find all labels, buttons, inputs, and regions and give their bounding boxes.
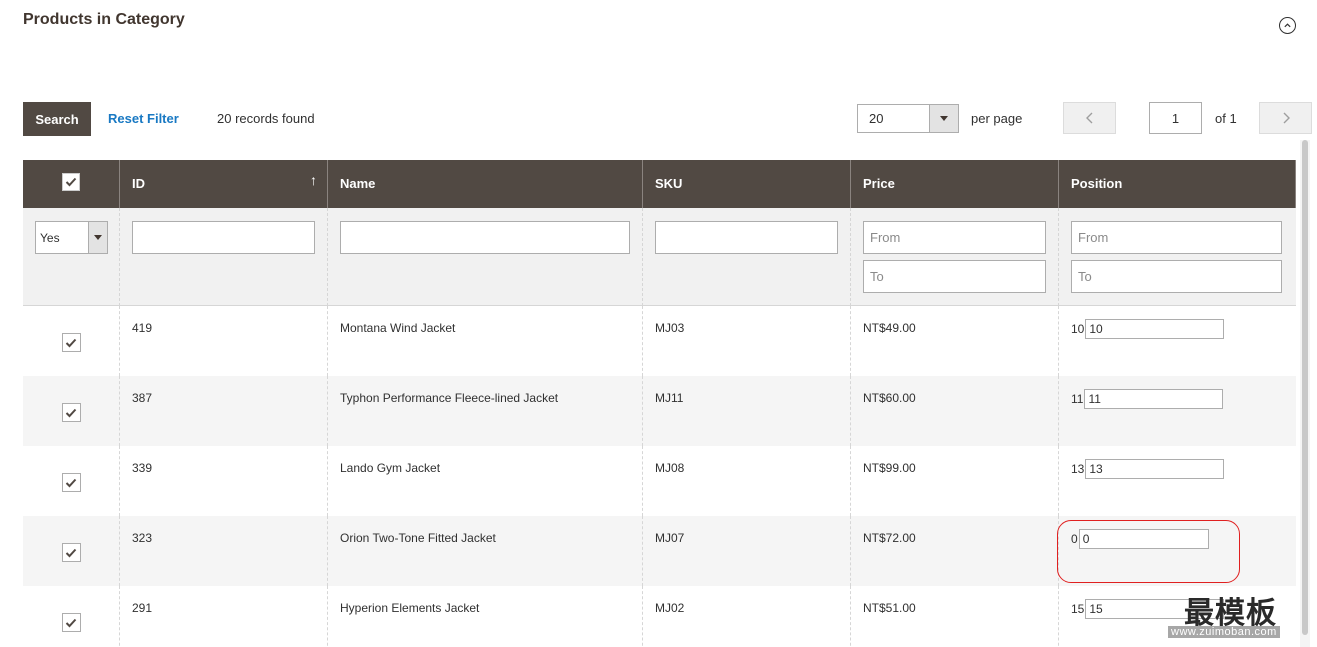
sku-filter-input[interactable] (655, 221, 838, 254)
dropdown-arrow-icon (88, 222, 107, 253)
row-name: Hyperion Elements Jacket (340, 601, 480, 615)
table-row[interactable]: 339 Lando Gym Jacket MJ08 NT$99.00 13 (23, 446, 1296, 516)
row-checkbox[interactable] (61, 333, 81, 352)
row-checkbox[interactable] (61, 543, 81, 562)
scrollbar-thumb[interactable] (1302, 140, 1308, 635)
row-price: NT$60.00 (863, 391, 916, 405)
row-id: 291 (132, 601, 153, 615)
row-name: Orion Two-Tone Fitted Jacket (340, 531, 496, 545)
checkmark-icon (65, 408, 77, 417)
sort-arrow-up-icon: ↑ (310, 172, 317, 188)
column-header-position[interactable]: Position (1059, 160, 1296, 208)
row-sku: MJ03 (655, 321, 685, 335)
checkmark-icon (65, 177, 77, 187)
name-filter-input[interactable] (340, 221, 630, 254)
records-count: 20 records found (217, 111, 315, 126)
row-sku: MJ11 (655, 391, 684, 405)
next-page-button[interactable] (1259, 102, 1312, 134)
row-checkbox[interactable] (61, 613, 81, 632)
row-position-input[interactable] (1084, 389, 1224, 409)
price-to-input[interactable] (863, 260, 1046, 293)
chevron-left-icon (1085, 112, 1092, 124)
reset-filter-link[interactable]: Reset Filter (108, 111, 179, 126)
position-from-input[interactable] (1071, 221, 1282, 254)
row-position-text: 10 (1071, 322, 1085, 336)
row-name: Montana Wind Jacket (340, 321, 456, 335)
grid-toolbar: Search Reset Filter 20 records found 20 … (23, 102, 1312, 136)
column-header-price[interactable]: Price (851, 160, 1059, 208)
row-id: 419 (132, 321, 153, 335)
watermark-url: www.zuimoban.com (1168, 626, 1280, 638)
select-all-checkbox[interactable] (62, 173, 80, 191)
row-id: 339 (132, 461, 153, 475)
row-position-text: 13 (1071, 462, 1085, 476)
row-name: Lando Gym Jacket (340, 461, 441, 475)
row-sku: MJ02 (655, 601, 685, 615)
row-price: NT$72.00 (863, 531, 916, 545)
header-select-all (23, 160, 120, 208)
price-from-input[interactable] (863, 221, 1046, 254)
checkmark-icon (65, 478, 77, 487)
checkmark-icon (65, 618, 77, 627)
row-position-text: 0 (1071, 532, 1078, 546)
previous-page-button[interactable] (1063, 102, 1116, 134)
row-id: 387 (132, 391, 153, 405)
table-row[interactable]: 419 Montana Wind Jacket MJ03 NT$49.00 10 (23, 306, 1296, 376)
row-price: NT$51.00 (863, 601, 916, 615)
grid-body: 419 Montana Wind Jacket MJ03 NT$49.00 10… (23, 306, 1296, 647)
dropdown-arrow-icon (929, 105, 958, 132)
id-filter-input[interactable] (132, 221, 315, 254)
column-header-name[interactable]: Name (328, 160, 643, 208)
checkmark-icon (65, 548, 77, 557)
collapse-icon[interactable] (1279, 17, 1296, 34)
row-checkbox[interactable] (61, 403, 81, 422)
table-row[interactable]: 323 Orion Two-Tone Fitted Jacket MJ07 NT… (23, 516, 1296, 586)
row-name: Typhon Performance Fleece-lined Jacket (340, 391, 559, 405)
chevron-right-icon (1283, 112, 1290, 124)
vertical-scrollbar[interactable] (1300, 140, 1310, 647)
table-row[interactable]: 387 Typhon Performance Fleece-lined Jack… (23, 376, 1296, 446)
per-page-value: 20 (869, 111, 884, 126)
filter-row: Yes (23, 208, 1296, 306)
watermark-logo: 最模板 www.zuimoban.com (1168, 588, 1308, 643)
row-sku: MJ08 (655, 461, 685, 475)
row-checkbox[interactable] (61, 473, 81, 492)
search-button[interactable]: Search (23, 102, 91, 136)
per-page-select[interactable]: 20 (857, 104, 959, 133)
row-position-input[interactable] (1085, 459, 1225, 479)
row-price: NT$49.00 (863, 321, 916, 335)
row-price: NT$99.00 (863, 461, 916, 475)
table-row[interactable]: 291 Hyperion Elements Jacket MJ02 NT$51.… (23, 586, 1296, 647)
in-category-filter-select[interactable]: Yes (35, 221, 108, 254)
section-title: Products in Category (23, 11, 185, 28)
total-pages-label: of 1 (1215, 111, 1237, 126)
per-page-label: per page (971, 111, 1023, 126)
row-position-input[interactable] (1078, 529, 1209, 549)
row-position-input[interactable] (1085, 319, 1225, 339)
row-sku: MJ07 (655, 531, 685, 545)
column-header-id[interactable]: ID ↑ (120, 160, 328, 208)
checkmark-icon (65, 338, 77, 347)
row-id: 323 (132, 531, 153, 545)
row-position-text: 11 (1071, 392, 1084, 406)
row-position-text: 15 (1071, 602, 1085, 616)
column-header-sku[interactable]: SKU (643, 160, 851, 208)
position-to-input[interactable] (1071, 260, 1282, 293)
page-number-input[interactable] (1149, 102, 1202, 134)
